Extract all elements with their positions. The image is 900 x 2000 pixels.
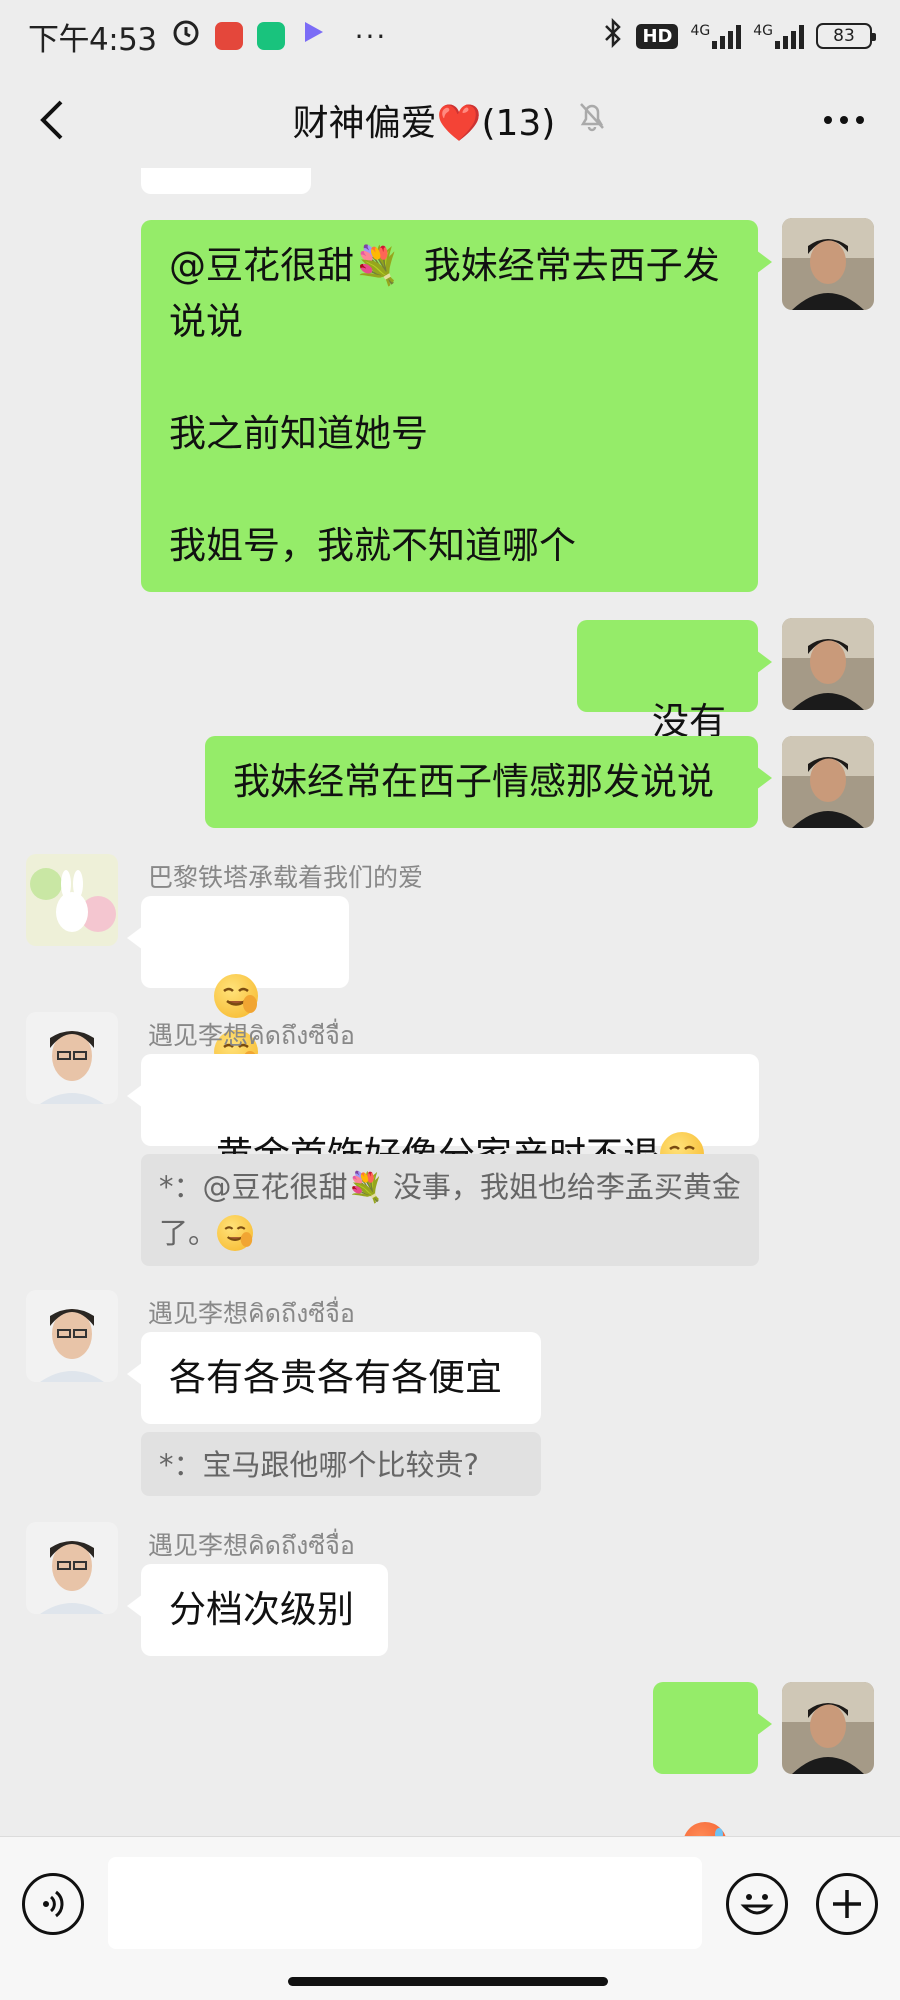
- group-name: 财神偏爱❤️(13): [292, 103, 556, 144]
- more-actions-button[interactable]: [816, 1873, 878, 1935]
- message-bubble[interactable]: 我妹经常在西子情感那发说说: [205, 736, 772, 828]
- my-avatar[interactable]: [782, 218, 874, 310]
- signal-1: 4G: [690, 23, 742, 49]
- network-type-label: 4G: [753, 23, 773, 39]
- sender-name: 遇见李想คิดถึงซีจื่อ: [148, 1021, 355, 1050]
- message-bubble[interactable]: 黄金首饰好像分家产时不退: [127, 1054, 759, 1232]
- chat-title: 财神偏爱❤️(13): [293, 94, 608, 146]
- my-avatar[interactable]: [782, 618, 874, 710]
- alarm-icon: [171, 17, 201, 55]
- message-text: 分档次级别: [169, 1588, 354, 1631]
- more-notifications-icon: ···: [354, 19, 388, 53]
- mute-bell-icon: [577, 100, 607, 141]
- message-bubble[interactable]: 没有: [577, 620, 772, 798]
- my-avatar[interactable]: [782, 736, 874, 828]
- facepalm-emoji-icon: [217, 1215, 254, 1251]
- network-type-label: 4G: [690, 23, 711, 39]
- facepalm-emoji-icon: [214, 974, 259, 1018]
- chat-menu-button[interactable]: [816, 96, 872, 144]
- previous-message-bubble[interactable]: [141, 168, 311, 194]
- message-text: 各有各贵各有各便宜: [169, 1356, 502, 1399]
- sender-avatar[interactable]: [26, 1290, 118, 1382]
- message-bubble[interactable]: [127, 896, 349, 1130]
- hd-voice-icon: HD: [636, 23, 679, 49]
- sender-avatar[interactable]: [26, 854, 118, 946]
- message-bubble[interactable]: 各有各贵各有各便宜: [127, 1332, 541, 1424]
- more-dots-icon: [824, 116, 864, 124]
- sender-avatar[interactable]: [26, 1522, 118, 1614]
- quote-text: *：宝马跟他哪个比较贵?: [159, 1448, 479, 1482]
- battery-level: 83: [833, 26, 855, 46]
- voice-icon: [43, 1890, 64, 1918]
- my-avatar[interactable]: [782, 1682, 874, 1774]
- message-bubble[interactable]: 分档次级别: [127, 1564, 388, 1656]
- plus-icon: [833, 1890, 861, 1918]
- bluetooth-icon: [602, 17, 624, 54]
- smiley-icon: [740, 1894, 774, 1915]
- message-text: 我妹经常在西子情感那发说说: [233, 760, 714, 803]
- play-app-icon: [299, 18, 327, 54]
- quoted-message[interactable]: *：@豆花很甜💐 没事，我姐也给李孟买黄金了。: [141, 1154, 759, 1266]
- sender-name: 遇见李想คิดถึงซีจื่อ: [148, 1299, 355, 1328]
- emoji-button[interactable]: [726, 1873, 788, 1935]
- message-text: @豆花很甜💐 我妹经常去西子发说说 我之前知道她号 我姐号，我就不知道哪个: [169, 244, 720, 567]
- shield-app-icon: [256, 22, 285, 50]
- home-indicator[interactable]: [288, 1977, 608, 1986]
- chat-list[interactable]: @豆花很甜💐 我妹经常去西子发说说 我之前知道她号 我姐号，我就不知道哪个 没有…: [0, 168, 900, 1836]
- signal-2: 4G: [753, 23, 804, 49]
- status-bar: 下午4:53 ··· HD 4G 4G 83: [0, 0, 900, 72]
- chat-header: 财神偏爱❤️(13): [0, 72, 900, 168]
- back-button[interactable]: [28, 96, 76, 144]
- message-bubble[interactable]: [653, 1682, 772, 1836]
- sender-name: 遇见李想คิดถึงซีจื่อ: [148, 1531, 355, 1560]
- message-input[interactable]: [108, 1857, 702, 1949]
- clock: 下午4:53: [28, 21, 157, 58]
- quoted-message[interactable]: *：宝马跟他哪个比较贵?: [141, 1432, 541, 1496]
- sender-avatar[interactable]: [26, 1012, 118, 1104]
- music-app-icon: [214, 22, 243, 50]
- voice-input-button[interactable]: [22, 1873, 84, 1935]
- sender-name: 巴黎铁塔承载着我们的爱: [148, 863, 424, 892]
- battery-icon: 83: [816, 23, 876, 49]
- chevron-left-icon: [40, 100, 63, 140]
- sweat-angry-emoji-icon: [683, 1822, 727, 1836]
- input-toolbar: [0, 1836, 900, 2000]
- message-bubble[interactable]: @豆花很甜💐 我妹经常去西子发说说 我之前知道她号 我姐号，我就不知道哪个: [141, 220, 772, 592]
